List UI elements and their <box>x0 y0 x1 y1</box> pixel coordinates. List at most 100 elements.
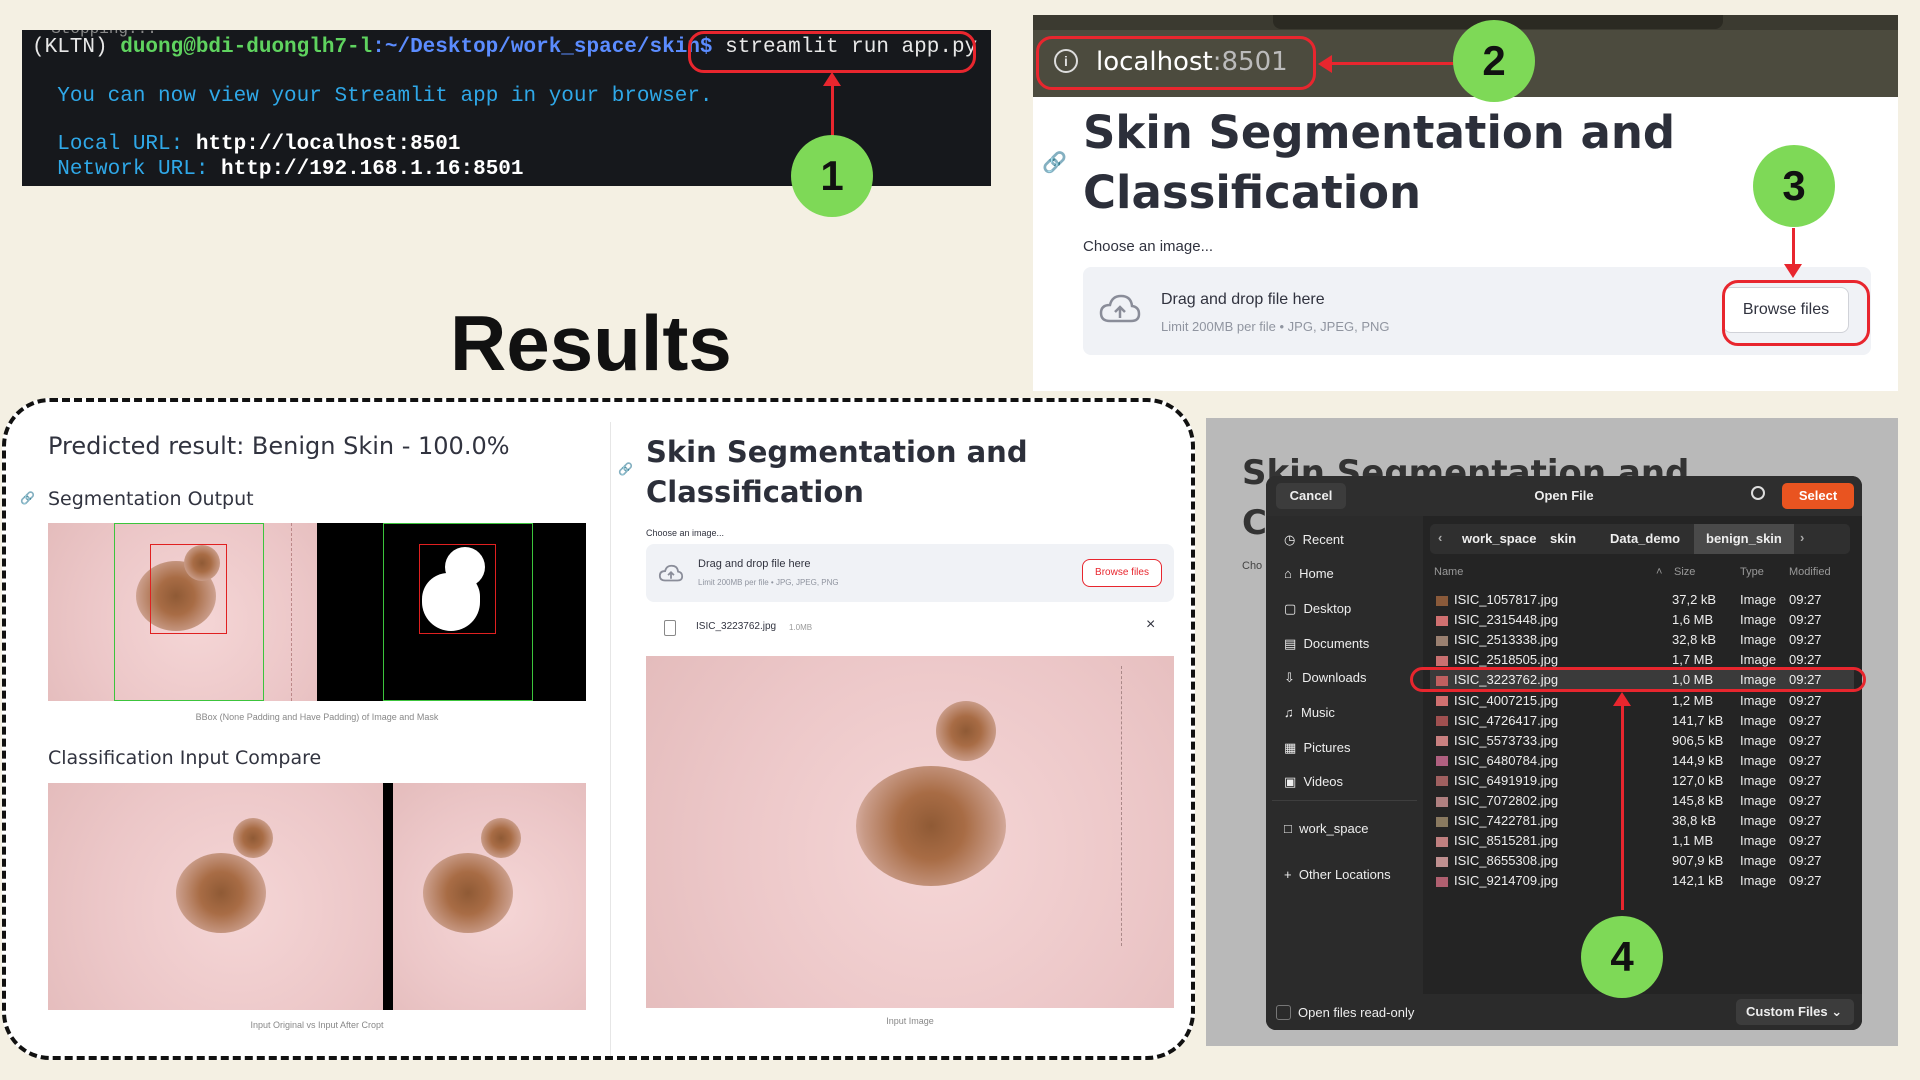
file-modified: 09:27 <box>1789 692 1822 708</box>
file-size: 145,8 kB <box>1672 793 1724 808</box>
file-row[interactable]: ISIC_7422781.jpg 38,8 kB Image 09:27 <box>1430 811 1854 831</box>
col-size[interactable]: Size <box>1674 566 1695 578</box>
sidebar-item-documents[interactable]: ▤ Documents <box>1284 636 1369 652</box>
file-filter-select[interactable]: Custom Files ⌄ <box>1736 999 1854 1025</box>
file-name: ISIC_2518505.jpg <box>1454 652 1559 668</box>
file-modified: 09:27 <box>1789 772 1822 788</box>
file-type: Image <box>1740 752 1777 768</box>
file-type: Image <box>1740 692 1777 708</box>
file-thumb-icon <box>1436 733 1454 748</box>
file-thumb-icon <box>1436 713 1454 728</box>
remove-file-icon[interactable]: × <box>1146 616 1155 634</box>
file-size: 127,0 kB <box>1672 772 1724 788</box>
file-row[interactable]: ISIC_8515281.jpg 1,1 MB Image 09:27 <box>1430 831 1854 851</box>
sidebar-item-music[interactable]: ♫ Music <box>1284 705 1335 720</box>
file-type: Image <box>1740 813 1777 829</box>
right-page-title: Skin Segmentation and Classification <box>646 435 1028 509</box>
readonly-label: Open files read-only <box>1298 1005 1415 1020</box>
file-thumb-icon <box>1436 853 1454 868</box>
sidebar-item-downloads[interactable]: ⇩ Downloads <box>1284 670 1366 686</box>
step-badge-3: 3 <box>1753 145 1835 227</box>
col-modified[interactable]: Modified <box>1789 566 1831 578</box>
sidebar-item-recent[interactable]: ◷ Recent <box>1284 532 1344 548</box>
crumb-work-space[interactable]: work_space <box>1462 531 1536 546</box>
file-modified: 09:27 <box>1789 732 1822 748</box>
anchor-link-icon[interactable]: 🔗 <box>20 491 35 505</box>
predicted-result: Predicted result: Benign Skin - 100.0% <box>48 432 510 460</box>
anchor-link-icon[interactable]: 🔗 <box>618 462 633 476</box>
browse-files-button[interactable]: Browse files <box>1082 559 1162 587</box>
file-modified: 09:27 <box>1789 612 1822 628</box>
open-file-dialog: Cancel Open File Select ◷ Recent ⌂ Home … <box>1266 476 1862 1030</box>
segmentation-mask <box>317 523 586 701</box>
dropzone-limit: Limit 200MB per file • JPG, JPEG, PNG <box>698 578 839 587</box>
file-row[interactable]: ISIC_5573733.jpg 906,5 kB Image 09:27 <box>1430 731 1854 751</box>
sidebar-item-pictures[interactable]: ▦ Pictures <box>1284 740 1350 756</box>
file-size: 1,1 MB <box>1672 833 1714 849</box>
file-row[interactable]: ISIC_8655308.jpg 907,9 kB Image 09:27 <box>1430 851 1854 871</box>
file-size: 37,2 kB <box>1672 592 1717 607</box>
file-row[interactable]: ISIC_6480784.jpg 144,9 kB Image 09:27 <box>1430 751 1854 771</box>
file-thumb-icon <box>1436 793 1454 808</box>
page-title: Skin Segmentation and Classification <box>1083 106 1676 219</box>
file-row[interactable]: ISIC_2513338.jpg 32,8 kB Image 09:27 <box>1430 630 1854 650</box>
terminal-user: duong@bdi-duonglh7-l <box>120 36 373 59</box>
file-type: Image <box>1740 793 1777 808</box>
cloud-upload-icon <box>658 564 684 582</box>
file-row[interactable]: ISIC_4007215.jpg 1,2 MB Image 09:27 <box>1430 691 1854 711</box>
sidebar-item-videos[interactable]: ▣ Videos <box>1284 774 1343 790</box>
crumb-data-demo[interactable]: Data_demo <box>1610 531 1680 546</box>
file-size: 907,9 kB <box>1672 853 1724 869</box>
sidebar-item-desktop[interactable]: ▢ Desktop <box>1284 601 1351 617</box>
breadcrumb-forward-icon[interactable]: › <box>1800 530 1804 545</box>
file-list-header: Name ˄ Size Type Modified <box>1430 566 1854 582</box>
file-name: ISIC_2513338.jpg <box>1454 632 1559 648</box>
file-modified: 09:27 <box>1789 873 1822 889</box>
col-type[interactable]: Type <box>1740 566 1764 578</box>
file-thumb-icon <box>1436 753 1454 768</box>
anchor-link-icon[interactable]: 🔗 <box>1042 150 1067 175</box>
background-label: Cho <box>1242 560 1263 572</box>
file-name: ISIC_2315448.jpg <box>1454 612 1559 628</box>
readonly-checkbox[interactable] <box>1276 1005 1291 1020</box>
file-thumb-icon <box>1436 773 1454 788</box>
select-button[interactable]: Select <box>1782 483 1854 509</box>
search-icon[interactable] <box>1751 486 1765 500</box>
file-row[interactable]: ISIC_4726417.jpg 141,7 kB Image 09:27 <box>1430 711 1854 731</box>
file-thumb-icon <box>1436 632 1454 647</box>
file-row[interactable]: ISIC_1057817.jpg 37,2 kB Image 09:27 <box>1430 590 1854 610</box>
file-modified: 09:27 <box>1789 853 1822 869</box>
file-dropzone[interactable]: Drag and drop file here Limit 200MB per … <box>646 544 1174 602</box>
crumb-skin[interactable]: skin <box>1550 531 1576 546</box>
file-modified: 09:27 <box>1789 813 1822 829</box>
crumb-benign-skin[interactable]: benign_skin <box>1706 531 1782 546</box>
col-name[interactable]: Name <box>1434 566 1463 578</box>
file-name: ISIC_6491919.jpg <box>1454 772 1559 788</box>
file-type: Image <box>1740 712 1777 728</box>
file-type: Image <box>1740 873 1777 889</box>
file-row[interactable]: ISIC_9214709.jpg 142,1 kB Image 09:27 <box>1430 871 1854 891</box>
cancel-button[interactable]: Cancel <box>1276 483 1346 509</box>
terminal-env: (KLTN) <box>32 36 121 59</box>
sidebar-item-home[interactable]: ⌂ Home <box>1284 566 1334 581</box>
file-type: Image <box>1740 592 1777 607</box>
breadcrumb-back-icon[interactable]: ‹ <box>1438 530 1442 545</box>
input-image <box>646 656 1174 1008</box>
sidebar-item-other-locations[interactable]: + Other Locations <box>1284 867 1391 882</box>
file-thumb-icon <box>1436 873 1454 888</box>
file-type: Image <box>1740 632 1777 648</box>
dropzone-title: Drag and drop file here <box>698 558 811 570</box>
file-name: ISIC_4726417.jpg <box>1454 712 1559 728</box>
step-badge-1: 1 <box>791 135 873 217</box>
file-row[interactable]: ISIC_7072802.jpg 145,8 kB Image 09:27 <box>1430 791 1854 811</box>
file-name: ISIC_5573733.jpg <box>1454 732 1559 748</box>
file-size: 144,9 kB <box>1672 752 1724 768</box>
dialog-header: Cancel Open File Select <box>1266 476 1862 516</box>
file-name: ISIC_7072802.jpg <box>1454 793 1559 808</box>
sidebar-item-work-space[interactable]: □ work_space <box>1284 821 1368 836</box>
terminal-network-url: Network URL: http://192.168.1.16:8501 <box>57 158 524 181</box>
file-row[interactable]: ISIC_2315448.jpg 1,6 MB Image 09:27 <box>1430 610 1854 630</box>
terminal-message: You can now view your Streamlit app in y… <box>57 85 713 108</box>
highlight-command <box>688 31 976 73</box>
file-row[interactable]: ISIC_6491919.jpg 127,0 kB Image 09:27 <box>1430 771 1854 791</box>
